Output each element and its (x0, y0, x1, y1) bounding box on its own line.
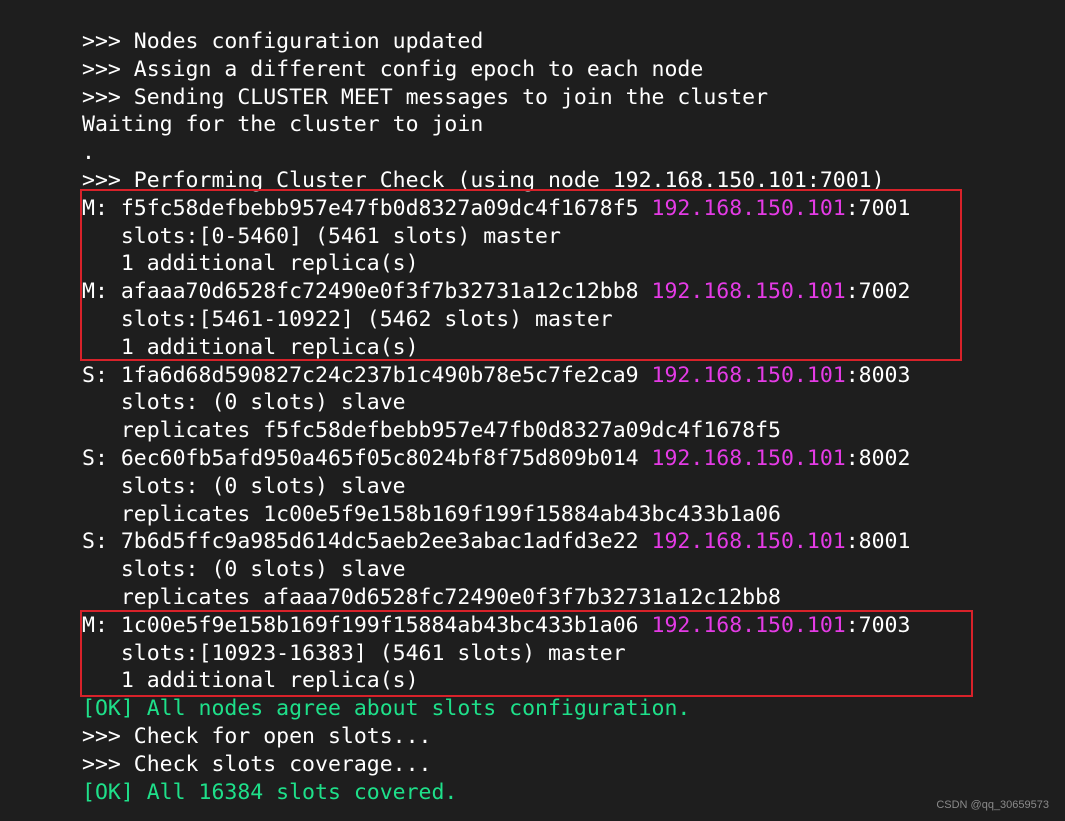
terminal-line: slots: (0 slots) slave (82, 473, 910, 501)
node-port: :8001 (845, 529, 911, 555)
line-text: slots:[0-5460] (5461 slots) master (82, 223, 561, 249)
line-text: 1 additional replica(s) (82, 668, 419, 694)
line-text: 1 additional replica(s) (82, 334, 419, 360)
line-text: [OK] All 16384 slots covered. (82, 779, 458, 805)
line-text: slots: (0 slots) slave (82, 557, 406, 583)
terminal-line: 1 additional replica(s) (82, 334, 910, 362)
line-text: [OK] All nodes agree about slots configu… (82, 696, 691, 722)
terminal-line: >>> Nodes configuration updated (82, 28, 910, 56)
terminal-line: replicates f5fc58defbebb957e47fb0d8327a0… (82, 417, 910, 445)
terminal-line: M: f5fc58defbebb957e47fb0d8327a09dc4f167… (82, 195, 910, 223)
terminal-line: S: 7b6d5ffc9a985d614dc5aeb2ee3abac1adfd3… (82, 528, 910, 556)
line-text: S: 6ec60fb5afd950a465f05c8024bf8f75d809b… (82, 445, 652, 471)
line-text: >>> Check for open slots... (82, 723, 432, 749)
node-port: :7003 (845, 612, 911, 638)
node-ip: 192.168.150.101 (651, 195, 846, 221)
terminal-line: M: afaaa70d6528fc72490e0f3f7b32731a12c12… (82, 278, 910, 306)
terminal-line: . (82, 139, 910, 167)
watermark: CSDN @qq_30659573 (936, 799, 1049, 811)
line-text: slots:[5461-10922] (5462 slots) master (82, 306, 613, 332)
terminal-line: >>> Check slots coverage... (82, 751, 910, 779)
line-text: >>> Nodes configuration updated (82, 29, 484, 54)
terminal-line: S: 6ec60fb5afd950a465f05c8024bf8f75d809b… (82, 445, 910, 473)
line-text: >>> Performing Cluster Check (using node… (82, 167, 885, 193)
line-text: M: f5fc58defbebb957e47fb0d8327a09dc4f167… (82, 195, 652, 221)
line-text: >>> Sending CLUSTER MEET messages to joi… (82, 84, 769, 110)
line-text: slots: (0 slots) slave (82, 473, 406, 499)
line-text: M: afaaa70d6528fc72490e0f3f7b32731a12c12… (82, 279, 652, 305)
node-port: :8002 (845, 445, 911, 471)
line-text: >>> Assign a different config epoch to e… (82, 56, 704, 82)
line-text: replicates 1c00e5f9e158b169f199f15884ab4… (82, 501, 781, 527)
terminal-line: >>> Sending CLUSTER MEET messages to joi… (82, 84, 910, 112)
terminal-line: replicates afaaa70d6528fc72490e0f3f7b327… (82, 584, 910, 612)
terminal-line: >>> Assign a different config epoch to e… (82, 56, 910, 84)
terminal-line: slots:[0-5460] (5461 slots) master (82, 223, 910, 251)
line-text: slots:[10923-16383] (5461 slots) master (82, 640, 626, 666)
terminal-line: slots:[5461-10922] (5462 slots) master (82, 306, 910, 334)
node-ip: 192.168.150.101 (651, 362, 846, 388)
terminal-line: [OK] All nodes agree about slots configu… (82, 695, 910, 723)
node-port: :8003 (845, 362, 911, 388)
terminal-line: replicates 1c00e5f9e158b169f199f15884ab4… (82, 501, 910, 529)
terminal-line: 1 additional replica(s) (82, 250, 910, 278)
line-text: S: 1fa6d68d590827c24c237b1c490b78e5c7fe2… (82, 362, 652, 388)
line-text: replicates afaaa70d6528fc72490e0f3f7b327… (82, 584, 781, 610)
node-ip: 192.168.150.101 (651, 612, 846, 638)
terminal-line: slots:[10923-16383] (5461 slots) master (82, 640, 910, 668)
terminal-line: >>> Performing Cluster Check (using node… (82, 167, 910, 195)
terminal-line: M: 1c00e5f9e158b169f199f15884ab43bc433b1… (82, 612, 910, 640)
terminal-line: 1 additional replica(s) (82, 667, 910, 695)
line-text: slots: (0 slots) slave (82, 390, 406, 416)
line-text: M: 1c00e5f9e158b169f199f15884ab43bc433b1… (82, 612, 652, 638)
terminal-line: slots: (0 slots) slave (82, 389, 910, 417)
line-text: >>> Check slots coverage... (82, 751, 432, 777)
line-text: Waiting for the cluster to join (82, 112, 484, 138)
terminal-window: >>> Nodes configuration updated >>> Assig… (64, 20, 1010, 810)
node-port: :7001 (845, 195, 911, 221)
node-ip: 192.168.150.101 (651, 529, 846, 555)
terminal-line: slots: (0 slots) slave (82, 556, 910, 584)
node-port: :7002 (845, 279, 911, 305)
node-ip: 192.168.150.101 (651, 445, 846, 471)
line-text: replicates f5fc58defbebb957e47fb0d8327a0… (82, 418, 781, 444)
terminal-line: [OK] All 16384 slots covered. (82, 779, 910, 807)
line-text: 1 additional replica(s) (82, 251, 419, 277)
node-ip: 192.168.150.101 (651, 279, 846, 305)
terminal-line: >>> Check for open slots... (82, 723, 910, 751)
terminal-output: >>> Nodes configuration updated >>> Assig… (82, 28, 910, 806)
terminal-line: S: 1fa6d68d590827c24c237b1c490b78e5c7fe2… (82, 362, 910, 390)
line-text: . (82, 140, 95, 166)
line-text: S: 7b6d5ffc9a985d614dc5aeb2ee3abac1adfd3… (82, 529, 652, 555)
terminal-line: Waiting for the cluster to join (82, 111, 910, 139)
